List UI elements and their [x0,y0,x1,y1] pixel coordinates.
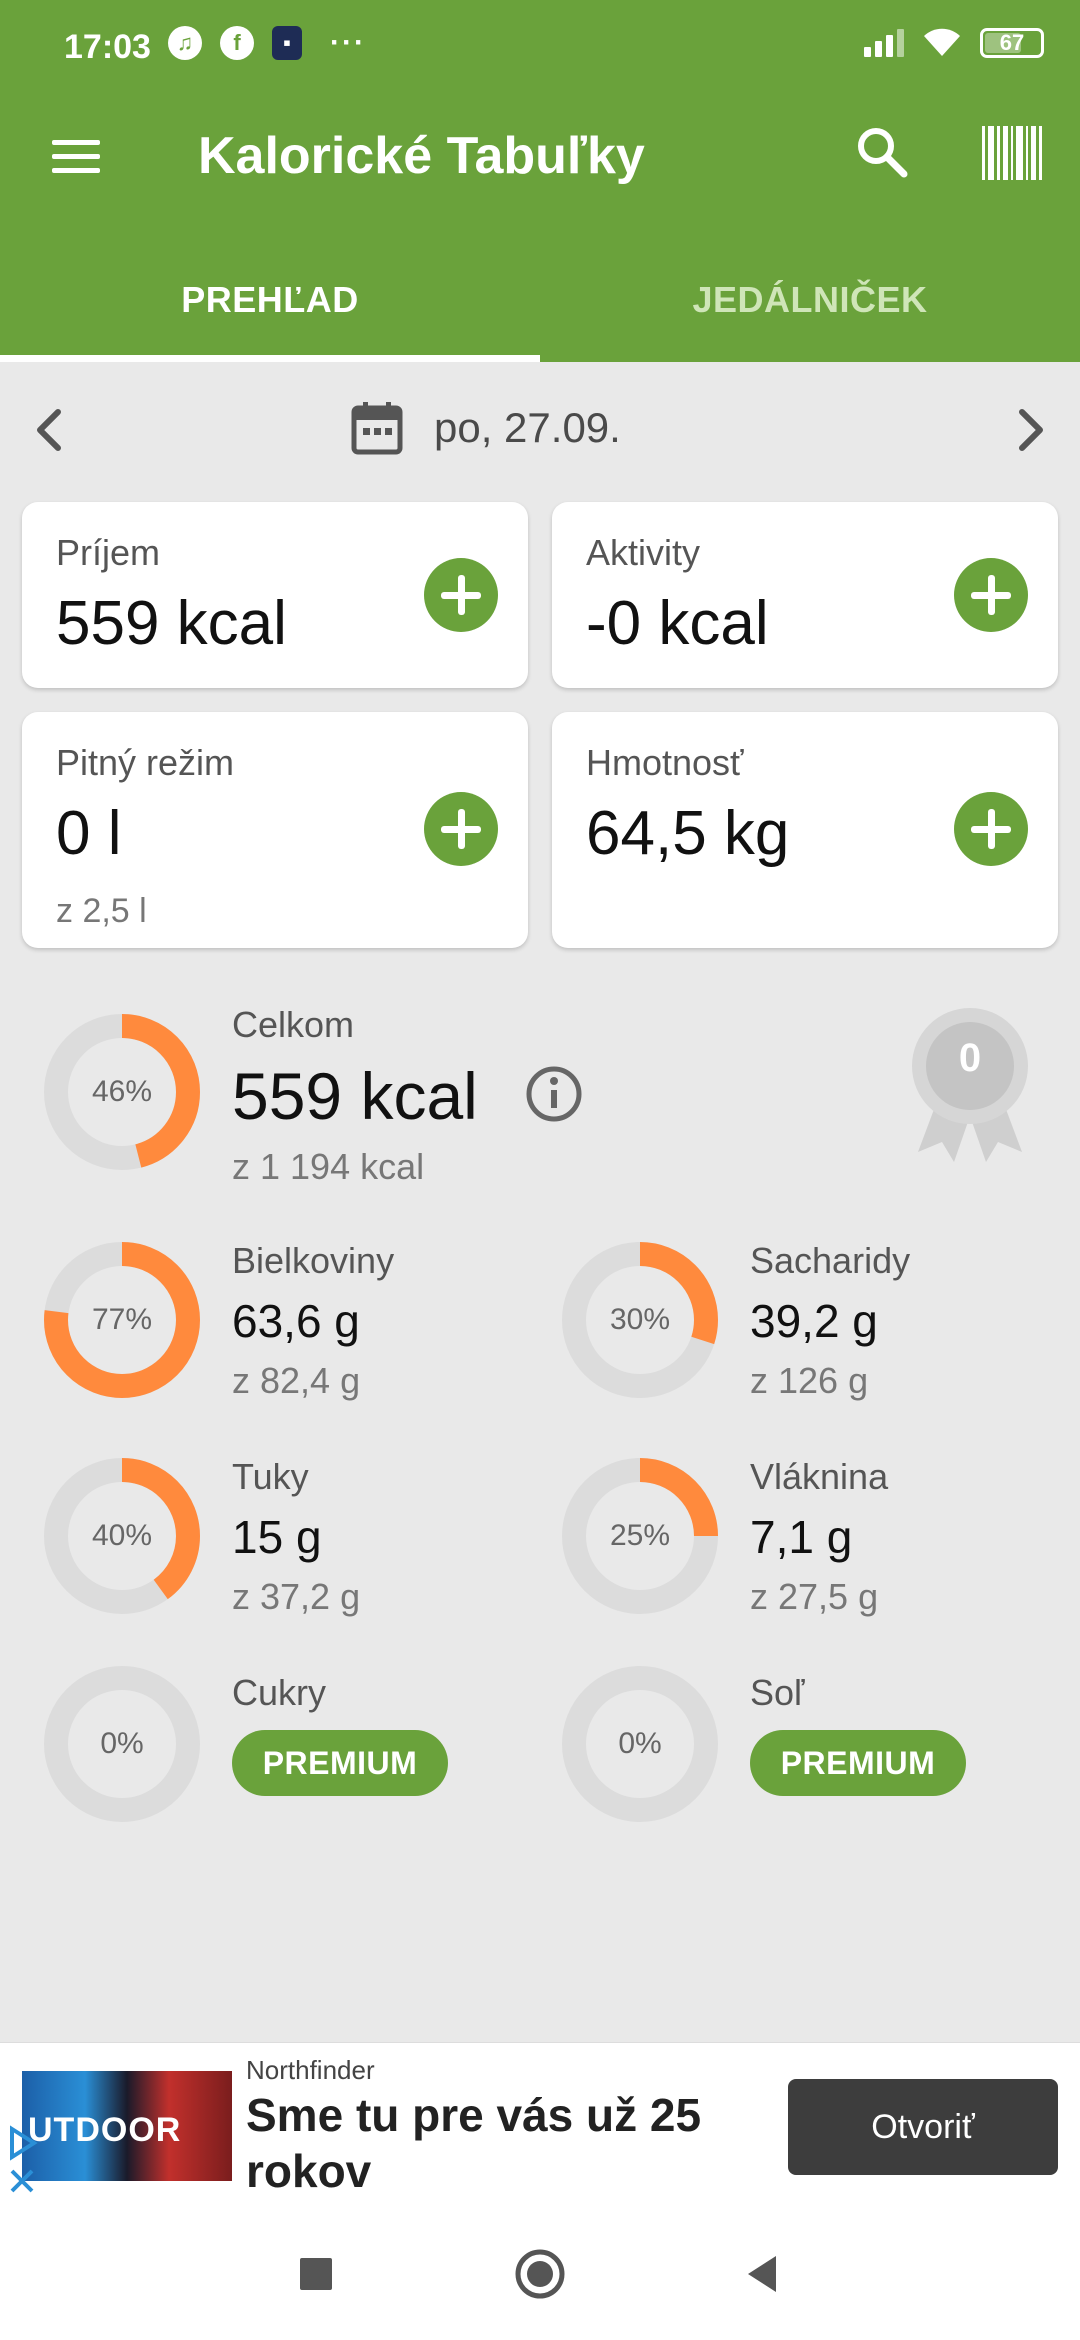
water-card[interactable]: Pitný režim 0 l z 2,5 l [22,712,528,948]
back-icon[interactable] [734,2244,794,2304]
fiber-percent: 25% [609,1519,671,1552]
achievement-badge[interactable]: 0 [908,1004,1032,1164]
carbs-ring: 30% [562,1242,718,1398]
tab-indicator [0,355,540,362]
fat-value: 15 g [232,1511,322,1563]
protein-percent: 77% [91,1303,153,1336]
fat-ring: 40% [44,1458,200,1614]
notification-icons: ♫ f ▪ ··· [168,26,366,60]
info-icon[interactable] [524,1064,584,1124]
weight-card[interactable]: Hmotnosť 64,5 kg [552,712,1058,948]
badge-count: 0 [958,1036,982,1080]
home-icon[interactable] [510,2244,570,2304]
more-notifications-icon: ··· [330,26,366,59]
ad-brand: Northfinder [246,2055,375,2085]
water-value: 0 l [56,799,122,868]
tab-overview[interactable]: PREHĽAD [0,238,540,362]
system-icons: 67 [864,28,1044,58]
activity-label: Aktivity [586,532,701,573]
fat-goal: z 37,2 g [232,1576,361,1617]
total-value: 559 kcal [232,1059,478,1133]
barcode-scan-icon[interactable] [982,126,1042,180]
salt-premium-button[interactable]: PREMIUM [750,1730,966,1796]
menu-icon-bar [52,139,100,145]
selected-date: po, 27.09. [434,404,621,451]
top-app-area: 17:03 ♫ f ▪ ··· 67 Kalorické Tabuľky PRE… [0,0,1080,362]
music-notification-icon: ♫ [168,26,202,60]
app-title: Kalorické Tabuľky [198,127,645,185]
carbs-percent: 30% [609,1303,671,1336]
ad-image[interactable]: UTDOOR [22,2071,232,2181]
ad-image-text: UTDOOR [28,2111,182,2149]
search-icon[interactable] [848,118,916,186]
sugar-percent: 0% [100,1727,144,1760]
carbs-goal: z 126 g [750,1360,869,1401]
fiber-ring: 25% [562,1458,718,1614]
tab-meal-plan[interactable]: JEDÁLNIČEK [540,238,1080,362]
total-goal: z 1 194 kcal [232,1146,425,1187]
calendar-icon [351,402,403,455]
ad-banner[interactable]: UTDOOR Northfinder Sme tu pre vás už 25 … [0,2042,1080,2208]
add-weight-button[interactable] [954,792,1028,866]
app-bar: Kalorické Tabuľky [0,96,1080,216]
fiber-value: 7,1 g [750,1511,853,1563]
salt-ring: 0% [562,1666,718,1822]
weight-label: Hmotnosť [586,742,744,783]
protein-goal: z 82,4 g [232,1360,361,1401]
activity-value: -0 kcal [586,589,769,658]
signal-icon [864,29,904,57]
status-time: 17:03 [64,28,151,66]
fiber-goal: z 27,5 g [750,1576,879,1617]
menu-icon-bar [52,153,100,159]
menu-button[interactable] [40,126,112,186]
date-navigation: po, 27.09. [0,382,1080,478]
menu-icon-bar [52,167,100,173]
ad-open-button[interactable]: Otvoriť [788,2079,1058,2175]
tab-bar: PREHĽAD JEDÁLNIČEK [0,238,1080,362]
water-label: Pitný režim [56,742,235,783]
recent-apps-icon[interactable] [286,2244,346,2304]
protein-label: Bielkoviny [232,1240,395,1281]
carbs-label: Sacharidy [750,1240,911,1281]
add-water-button[interactable] [424,792,498,866]
salt-label: Soľ [750,1672,805,1713]
fiber-label: Vláknina [750,1456,889,1497]
sugar-label: Cukry [232,1672,327,1713]
protein-ring: 77% [44,1242,200,1398]
status-bar: 17:03 ♫ f ▪ ··· 67 [0,0,1080,96]
intake-card[interactable]: Príjem 559 kcal [22,502,528,688]
ad-headline: Sme tu pre vás už 25 rokov [246,2089,702,2197]
previous-day-icon[interactable] [18,398,82,462]
intake-value: 559 kcal [56,589,287,658]
facebook-notification-icon: f [220,26,254,60]
protein-value: 63,6 g [232,1295,360,1347]
system-navigation-bar [0,2208,1080,2340]
next-day-icon[interactable] [998,398,1062,462]
carbs-value: 39,2 g [750,1295,878,1347]
add-intake-button[interactable] [424,558,498,632]
total-ring: 46% [44,1014,200,1170]
water-goal: z 2,5 l [56,892,147,930]
ribbon-badge-icon [912,1008,1028,1162]
activity-card[interactable]: Aktivity -0 kcal [552,502,1058,688]
battery-icon: 67 [980,28,1044,58]
date-picker[interactable]: po, 27.09. [350,400,621,456]
intake-label: Príjem [56,532,161,573]
sugar-premium-button[interactable]: PREMIUM [232,1730,448,1796]
salt-percent: 0% [618,1727,662,1760]
ad-choices-icon[interactable] [4,2123,40,2203]
total-percent: 46% [91,1075,153,1108]
fat-label: Tuky [232,1456,309,1497]
weight-value: 64,5 kg [586,799,790,868]
shield-notification-icon: ▪ [272,26,302,60]
fat-percent: 40% [91,1519,153,1552]
total-label: Celkom [232,1004,355,1045]
wifi-icon [924,28,960,56]
battery-level: 67 [999,30,1025,55]
add-activity-button[interactable] [954,558,1028,632]
sugar-ring: 0% [44,1666,200,1822]
